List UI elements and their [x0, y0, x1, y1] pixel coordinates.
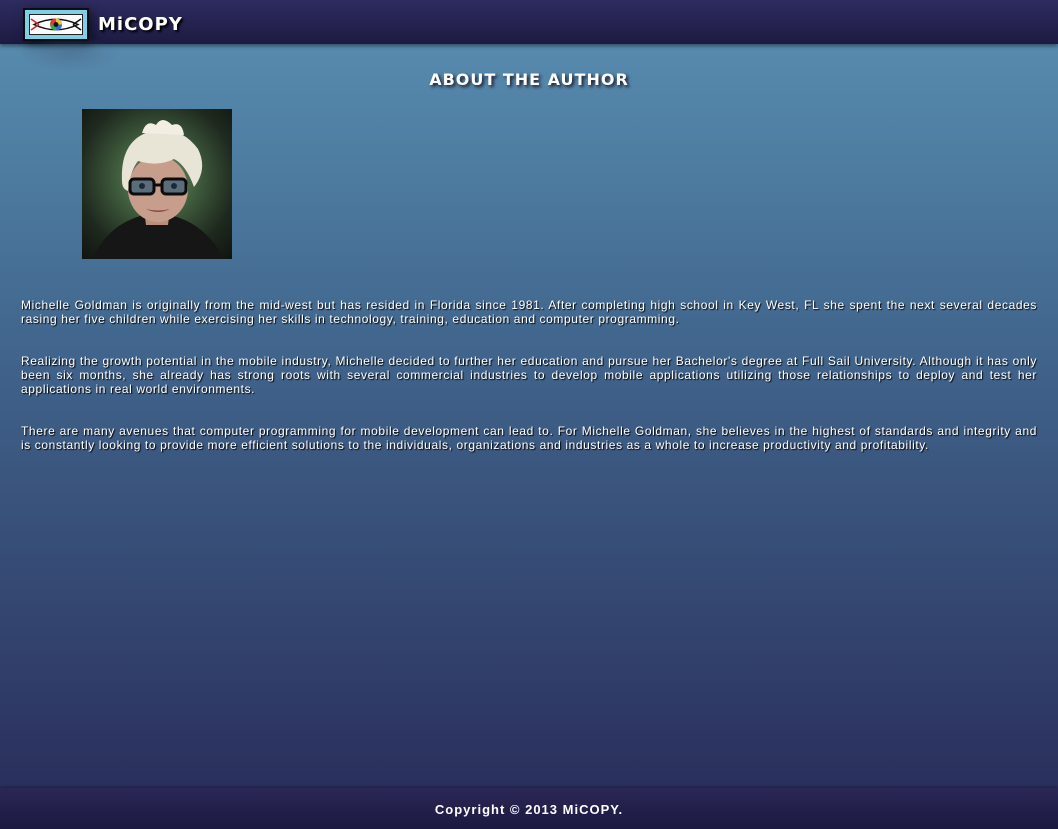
site-footer: Copyright © 2013 MiCOPY. [0, 788, 1058, 829]
page-title: ABOUT THE AUTHOR [429, 70, 629, 89]
brand-name[interactable]: MiCOPY [98, 14, 183, 36]
bio-paragraph: Michelle Goldman is originally from the … [21, 298, 1037, 326]
eye-logo-icon [29, 14, 83, 35]
bio-paragraph: There are many avenues that computer pro… [21, 424, 1037, 452]
logo-shadow [20, 36, 120, 72]
bio-paragraph: Realizing the growth potential in the mo… [21, 354, 1037, 396]
author-photo [82, 109, 232, 259]
site-header: MiCOPY [0, 0, 1058, 44]
author-bio: Michelle Goldman is originally from the … [21, 298, 1037, 480]
copyright-text: Copyright © 2013 MiCOPY. [434, 802, 624, 817]
